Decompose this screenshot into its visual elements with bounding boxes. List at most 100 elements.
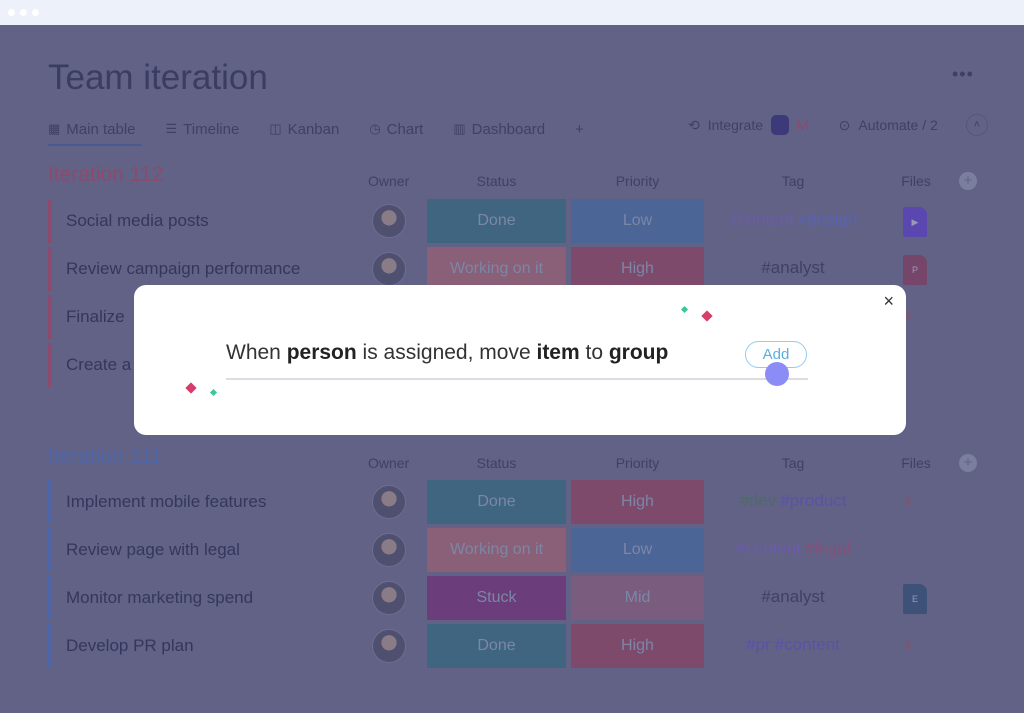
group-color-bar [48,295,51,339]
priority-cell[interactable]: Mid [571,576,704,620]
column-header-status[interactable]: Status [427,455,566,471]
view-tabs: ▦ Main table ☰ Timeline ◫ Kanban ◷ Chart ▥ Dashbo… [48,116,614,146]
recipe-group[interactable]: group [609,341,668,364]
tab-timeline[interactable]: ☰ Timeline [166,116,240,142]
tag[interactable]: #analyst [761,258,824,277]
cursor-indicator [765,362,789,386]
recipe-text: When [226,341,287,364]
monday-file-icon[interactable]: // [906,640,910,652]
table-icon: ▦ [48,121,61,136]
tag-cell[interactable]: #content #legal [708,539,878,559]
more-options-icon[interactable]: ••• [952,64,974,85]
owner-avatar[interactable] [372,485,406,519]
owner-avatar[interactable] [372,581,406,615]
status-cell[interactable]: Done [427,624,566,668]
tab-label: Dashboard [471,120,546,138]
priority-cell[interactable]: Low [571,528,704,572]
integrate-button[interactable]: Integrate [708,117,763,133]
tag-cell[interactable]: #content #design [708,210,878,230]
item-name[interactable]: Monitor marketing spend [66,588,253,608]
item-name[interactable]: Social media posts [66,211,209,231]
doc-file-icon[interactable]: E [903,584,927,614]
group-color-bar [48,343,51,387]
toolbar-right: ⟲ Integrate M ⊙ Automate / 2 ˄ [688,114,988,136]
tag[interactable]: #analyst [761,587,824,606]
column-header-tag[interactable]: Tag [708,173,878,189]
page-title: Team iteration [48,58,268,97]
table-row[interactable]: Implement mobile features Done High #dev #pr… [48,480,928,524]
group-color-bar [48,624,51,668]
item-name[interactable]: Implement mobile features [66,492,266,512]
recipe-text: is assigned, move [356,341,537,364]
tag[interactable]: #dev [739,491,776,510]
owner-avatar[interactable] [372,252,406,286]
collapse-button[interactable]: ˄ [965,114,988,136]
item-name[interactable]: Review campaign performance [66,259,300,279]
column-header-tag[interactable]: Tag [708,455,878,471]
add-column-icon[interactable]: + [959,454,977,472]
column-header-priority[interactable]: Priority [571,455,704,471]
item-name[interactable]: Finalize [66,307,125,327]
ppt-file-icon[interactable]: P [903,255,927,285]
tab-label: Chart [386,120,424,138]
priority-cell[interactable]: High [571,624,704,668]
table-row[interactable]: Social media posts Done Low #content #design… [48,199,928,243]
integration-apps-icon [771,115,789,135]
group-title[interactable]: Iteration 111 [48,445,162,469]
group-title[interactable]: Iteration 112 [48,163,163,187]
status-cell[interactable]: Working on it [427,528,566,572]
status-cell[interactable]: Done [427,480,566,524]
tab-dashboard[interactable]: ▥ Dashboard [453,116,545,142]
recipe-item[interactable]: item [536,341,579,364]
tag[interactable]: #pr [746,635,771,654]
item-name[interactable]: Develop PR plan [66,636,194,656]
monday-file-icon[interactable]: // [906,311,910,323]
monday-file-icon[interactable]: // [906,496,910,508]
chart-icon: ◷ [369,121,381,136]
priority-cell[interactable]: High [571,480,704,524]
tab-label: Kanban [287,120,340,138]
priority-cell[interactable]: Low [571,199,704,243]
table-row[interactable]: Review page with legal Working on it Low #c… [48,528,928,572]
tab-main-table[interactable]: ▦ Main table [48,116,142,146]
add-view-button[interactable]: + [575,116,584,142]
tab-kanban[interactable]: ◫ Kanban [269,116,339,142]
column-header-status[interactable]: Status [427,173,566,189]
group-color-bar [48,480,51,524]
status-cell[interactable]: Stuck [427,576,566,620]
column-header-owner[interactable]: Owner [368,173,409,189]
window-controls [8,9,39,16]
column-header-files[interactable]: Files [896,173,936,189]
group-color-bar [48,576,51,620]
column-header-files[interactable]: Files [896,455,936,471]
table-row[interactable]: Monitor marketing spend Stuck Mid #analyst E [48,576,928,620]
owner-avatar[interactable] [372,629,406,663]
tag-cell[interactable]: #pr #content [708,635,878,655]
recipe-person[interactable]: person [287,341,357,364]
tag[interactable]: #content [775,635,840,654]
tag[interactable]: #content [736,539,801,558]
status-cell[interactable]: Done [427,199,566,243]
tag-cell[interactable]: #analyst [708,587,878,607]
column-header-priority[interactable]: Priority [571,173,704,189]
column-header-owner[interactable]: Owner [368,455,409,471]
sparkle-icon [185,382,197,394]
table-row[interactable]: Develop PR plan Done High #pr #content// [48,624,928,668]
tag[interactable]: #legal [805,539,850,558]
browser-bar [0,0,1024,25]
tag[interactable]: #product [780,491,846,510]
close-icon[interactable]: × [883,291,894,312]
add-column-icon[interactable]: + [959,172,977,190]
item-name[interactable]: Review page with legal [66,540,240,560]
tag-cell[interactable]: #analyst [708,258,878,278]
owner-avatar[interactable] [372,204,406,238]
automate-button[interactable]: Automate / 2 [858,117,937,133]
tag[interactable]: #content [729,210,794,229]
group-color-bar [48,528,51,572]
tag[interactable]: #design [798,210,858,229]
item-name[interactable]: Create a [66,355,131,375]
tag-cell[interactable]: #dev #product [708,491,878,511]
owner-avatar[interactable] [372,533,406,567]
tab-chart[interactable]: ◷ Chart [369,116,423,142]
video-file-icon[interactable]: ▶ [903,207,927,237]
